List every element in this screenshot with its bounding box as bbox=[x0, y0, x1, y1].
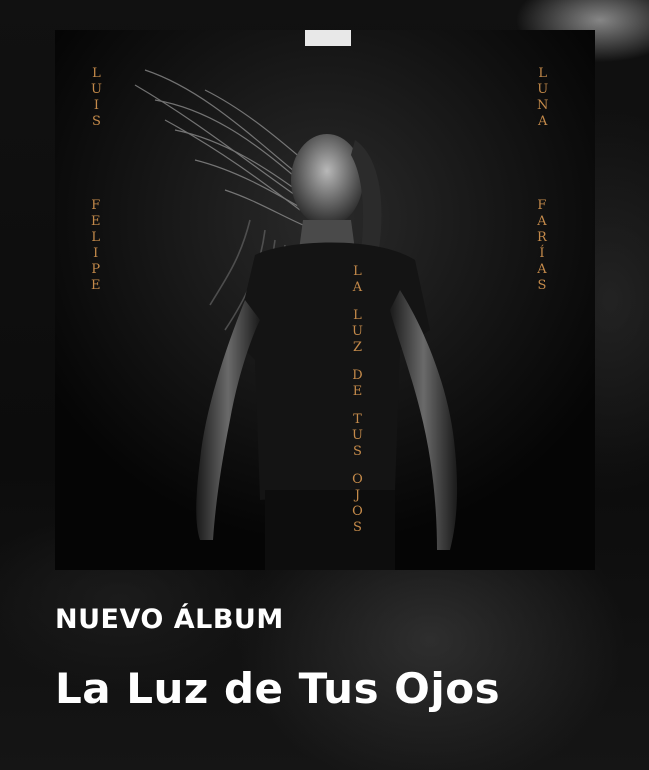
cover-artist-last-name-2: FARÍAS bbox=[537, 198, 547, 294]
cover-letter: O bbox=[352, 504, 363, 519]
cover-letter: I bbox=[93, 246, 99, 261]
cover-letter: R bbox=[537, 230, 547, 245]
cover-letter: U bbox=[537, 82, 549, 97]
cover-artist-first-name: LUIS bbox=[91, 66, 102, 130]
cover-letter: T bbox=[353, 412, 362, 427]
new-album-label: NUEVO ÁLBUM bbox=[55, 604, 284, 635]
cover-letter: F bbox=[91, 198, 101, 213]
cover-letter: Z bbox=[352, 340, 362, 355]
cover-letter: E bbox=[91, 214, 101, 229]
cover-letter: L bbox=[538, 66, 547, 81]
cover-letter: F bbox=[537, 198, 547, 213]
cover-letter: A bbox=[352, 280, 363, 295]
cover-letter: E bbox=[91, 278, 101, 293]
cover-letter: A bbox=[537, 214, 547, 229]
cover-letter: S bbox=[537, 278, 547, 293]
cover-album-title: LALUZDETUSOJOS bbox=[352, 264, 363, 536]
album-cover[interactable]: LUIS FELIPE LUNA FARÍAS LALUZDETUSOJOS bbox=[55, 30, 595, 570]
album-promo-screen: LUIS FELIPE LUNA FARÍAS LALUZDETUSOJOS N… bbox=[0, 0, 649, 770]
album-title[interactable]: La Luz de Tus Ojos bbox=[55, 664, 500, 713]
cover-artist-last-name-1: LUNA bbox=[537, 66, 548, 130]
cover-letter: S bbox=[353, 520, 362, 535]
cover-letter: U bbox=[91, 82, 102, 97]
cover-letter: A bbox=[537, 262, 547, 277]
cover-letter: J bbox=[354, 488, 361, 503]
cover-letter: S bbox=[353, 444, 362, 459]
cover-letter: O bbox=[352, 472, 363, 487]
cover-letter: L bbox=[353, 264, 362, 279]
cover-title-word: OJOS bbox=[352, 472, 363, 536]
cover-title-word: DE bbox=[352, 368, 362, 400]
cover-letter: U bbox=[352, 428, 363, 443]
cover-artist-middle-name: FELIPE bbox=[91, 198, 101, 294]
cover-letter: N bbox=[537, 98, 549, 113]
cover-title-word: TUS bbox=[352, 412, 363, 460]
cover-letter: S bbox=[92, 114, 101, 129]
cover-letter: D bbox=[352, 368, 363, 383]
cover-letter: L bbox=[92, 66, 101, 81]
cover-photo bbox=[55, 30, 595, 570]
cover-letter: Í bbox=[539, 246, 545, 261]
cover-letter: L bbox=[353, 308, 362, 323]
cover-letter: P bbox=[91, 262, 101, 277]
cover-letter: U bbox=[352, 324, 363, 339]
cover-letter: I bbox=[93, 98, 100, 113]
cover-letter: L bbox=[91, 230, 101, 245]
cover-title-word: LUZ bbox=[352, 308, 363, 356]
cover-title-word: LA bbox=[353, 264, 362, 296]
cover-letter: E bbox=[352, 384, 363, 399]
cover-letter: A bbox=[537, 114, 548, 129]
